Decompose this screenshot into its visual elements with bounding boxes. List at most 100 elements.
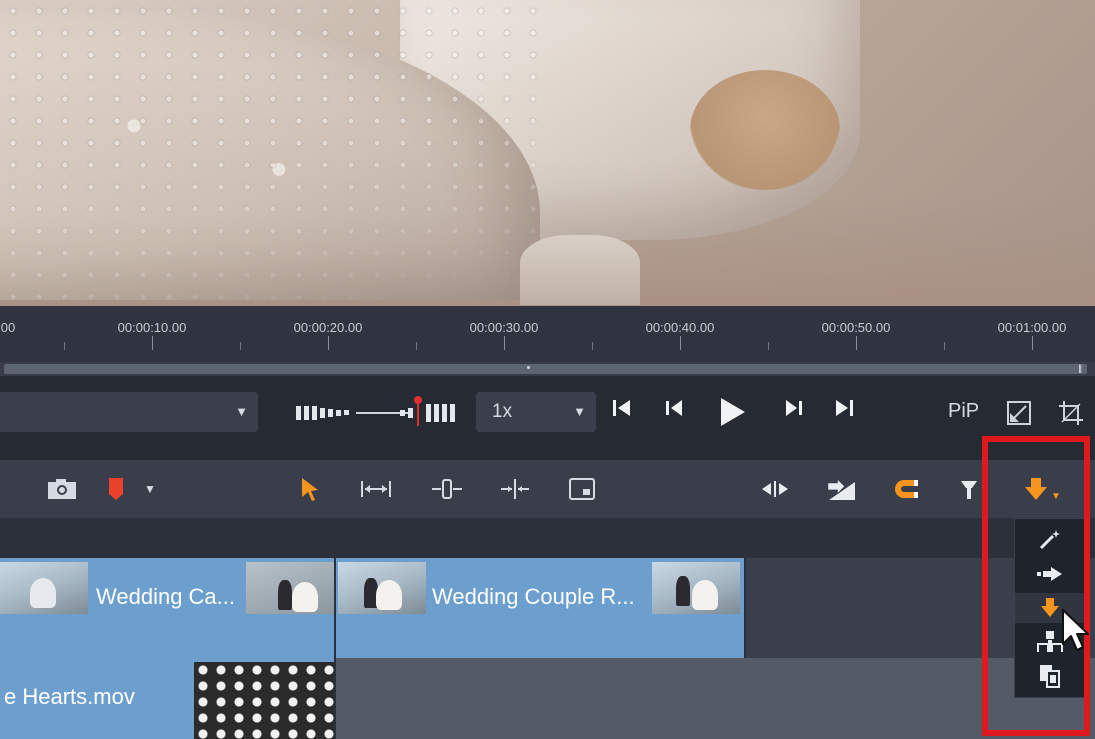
crop-tool-button[interactable] xyxy=(566,474,598,504)
slide-tool-button[interactable] xyxy=(498,474,532,504)
slip-icon xyxy=(432,479,462,499)
ruler-tick xyxy=(64,342,65,350)
chevron-down-icon: ▼ xyxy=(573,404,586,419)
insert-mode-option[interactable] xyxy=(1015,559,1085,589)
go-to-end-button[interactable] xyxy=(830,396,858,428)
ruler-tick xyxy=(328,336,329,350)
clip-label: Wedding Ca... xyxy=(96,584,236,609)
edit-mode-menu-button[interactable]: ▼ xyxy=(1018,474,1066,504)
shuttle-bar xyxy=(426,404,431,422)
thumbnail-figure xyxy=(376,580,402,610)
thumbnail-figure xyxy=(278,580,292,610)
video-track-2[interactable]: e Hearts.mov xyxy=(0,658,1095,739)
copy-mode-option[interactable] xyxy=(1015,661,1085,691)
step-back-icon xyxy=(666,400,682,416)
ripple-tool-button[interactable] xyxy=(956,474,982,504)
clip-thumbnail xyxy=(0,562,88,614)
split-clip-button[interactable] xyxy=(758,474,792,504)
crop-preview-button[interactable] xyxy=(1058,400,1084,426)
clip-thumbnail xyxy=(652,562,740,614)
timeline-clip[interactable]: Wedding Couple R... xyxy=(336,558,746,658)
shuttle-bar xyxy=(304,406,309,420)
snapshot-button[interactable] xyxy=(46,474,78,504)
scrollbar-grip-icon[interactable]: || xyxy=(1078,363,1082,373)
thumbnail-figure xyxy=(30,578,56,608)
scrollbar-marker xyxy=(527,366,530,369)
selection-tool-button[interactable] xyxy=(296,474,324,504)
scrollbar-thumb[interactable] xyxy=(4,364,1087,374)
shuttle-control[interactable] xyxy=(296,396,460,428)
magnet-snap-button[interactable] xyxy=(890,474,924,504)
video-preview xyxy=(0,0,1095,306)
smart-mode-option[interactable] xyxy=(1015,525,1085,555)
clip-label: e Hearts.mov xyxy=(4,684,135,709)
pip-button[interactable]: PiP xyxy=(948,400,979,423)
ruler-tick xyxy=(856,336,857,350)
ruler-label: 00 xyxy=(0,320,16,335)
trim-icon xyxy=(361,481,391,497)
timeline-clip[interactable]: Wedding Ca... xyxy=(0,558,336,658)
skip-end-icon xyxy=(836,400,853,416)
ruler-tick xyxy=(152,336,153,350)
overwrite-mode-icon xyxy=(1041,598,1059,617)
thumbnail-figure xyxy=(676,576,690,606)
preview-heel xyxy=(520,235,640,305)
play-button[interactable] xyxy=(716,396,748,428)
video-track-1[interactable]: Wedding Ca... Wedding Couple R... xyxy=(0,558,1095,658)
split-icon xyxy=(762,481,788,497)
ruler-tick xyxy=(240,342,241,350)
ruler-tick xyxy=(1032,336,1033,350)
magnet-icon xyxy=(895,480,918,498)
shuttle-bar xyxy=(320,408,325,418)
ruler-tick xyxy=(680,336,681,350)
smart-mode-icon xyxy=(1039,530,1060,550)
preview-shoe-opening xyxy=(690,70,840,190)
ruler-label: 00:00:40.00 xyxy=(645,320,715,335)
step-forward-icon xyxy=(786,400,802,416)
timeline-scrollbar[interactable]: || xyxy=(0,362,1095,376)
insert-icon xyxy=(828,480,855,500)
camera-icon xyxy=(48,479,76,499)
next-frame-button[interactable] xyxy=(780,396,808,428)
overwrite-mode-icon xyxy=(1025,478,1048,500)
mouse-cursor-icon xyxy=(1062,609,1089,651)
slip-tool-button[interactable] xyxy=(430,474,464,504)
skip-start-icon xyxy=(613,400,630,416)
shuttle-bar xyxy=(312,406,317,420)
track-select-dropdown[interactable]: ▼ xyxy=(0,392,258,432)
clip-label: Wedding Couple R... xyxy=(432,584,635,609)
trim-tool-button[interactable] xyxy=(358,474,394,504)
crop-frame-icon xyxy=(569,478,595,500)
shuttle-bar xyxy=(296,406,301,420)
insert-track-button[interactable] xyxy=(826,474,858,504)
ruler-tick xyxy=(416,342,417,350)
copy-mode-icon xyxy=(1040,665,1060,688)
marker-menu-button[interactable]: ▼ xyxy=(140,474,160,504)
clip-thumbnail xyxy=(246,562,334,614)
fullscreen-toggle-button[interactable] xyxy=(1006,400,1032,426)
shuttle-knob-line xyxy=(417,402,419,426)
previous-frame-button[interactable] xyxy=(660,396,688,428)
ruler-tick xyxy=(768,342,769,350)
chevron-down-icon: ▼ xyxy=(235,404,248,419)
ruler-label: 00:01:00.00 xyxy=(997,320,1067,335)
playback-speed-select[interactable]: 1x ▼ xyxy=(476,392,596,432)
timeline-ruler[interactable]: 00 00:00:10.00 00:00:20.00 00:00:30.00 0… xyxy=(0,306,1095,362)
thumbnail-figure xyxy=(292,582,318,612)
preview-sparkles xyxy=(0,0,540,300)
go-to-start-button[interactable] xyxy=(608,396,636,428)
shuttle-bar xyxy=(408,408,413,418)
clip-thumbnail xyxy=(338,562,426,614)
ruler-tick xyxy=(944,342,945,350)
ruler-label: 00:00:20.00 xyxy=(293,320,363,335)
timeline-toolbar: ▼ ▼ xyxy=(0,460,1095,518)
chevron-down-icon: ▼ xyxy=(1051,490,1061,502)
resize-icon xyxy=(1007,401,1031,425)
ruler-tick xyxy=(504,336,505,350)
timeline-clip[interactable]: e Hearts.mov xyxy=(0,658,336,739)
insert-mode-icon xyxy=(1037,567,1062,581)
ruler-label: 00:00:50.00 xyxy=(821,320,891,335)
add-marker-button[interactable] xyxy=(104,474,128,504)
play-icon xyxy=(721,398,745,426)
ruler-label: 00:00:30.00 xyxy=(469,320,539,335)
